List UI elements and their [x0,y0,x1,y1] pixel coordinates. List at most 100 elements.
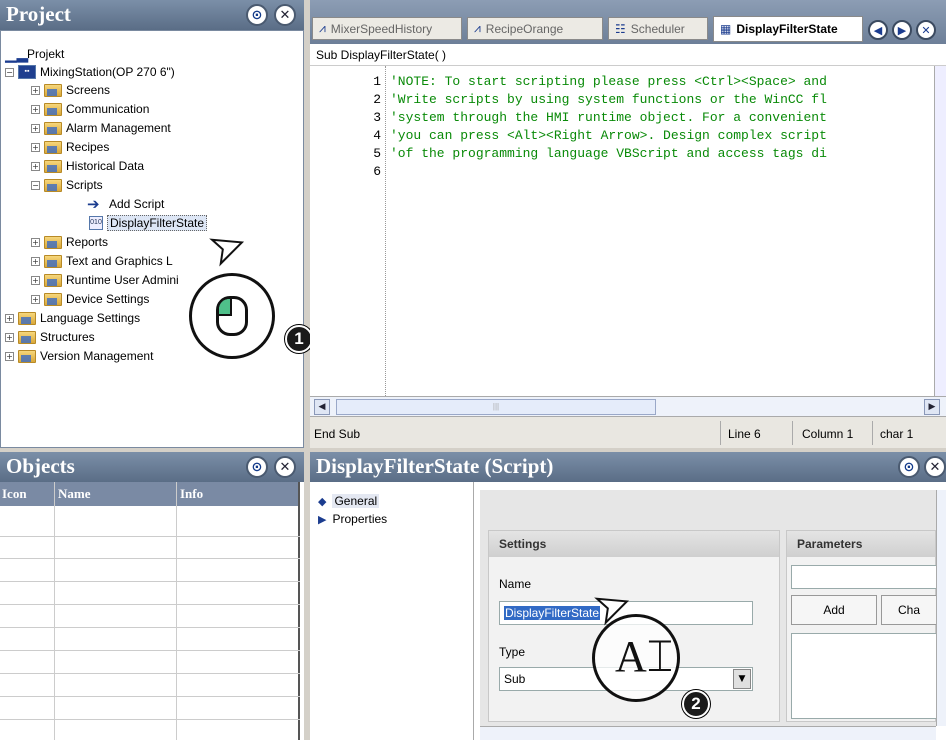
expand-icon[interactable]: + [31,294,40,304]
tab-recipeorange[interactable]: ⩘ RecipeOrange [467,17,603,40]
script-icon: 010 [89,216,103,230]
tree-item-projekt[interactable]: ▁▂ Projekt [5,45,64,63]
chevron-down-icon[interactable]: ▼ [733,669,751,689]
editor-status-bar: End Sub Line 6 Column 1 char 1 [310,416,946,448]
step-2-badge: 2 [682,690,710,718]
project-icon: ▁▂ [5,45,29,63]
tab-next-icon[interactable]: ▶ [892,20,912,40]
line-number: 4 [373,128,381,143]
tab-prev-icon[interactable]: ◀ [868,20,888,40]
expand-icon[interactable]: + [5,332,14,342]
tree-item-alarm-management[interactable]: + Alarm Management [31,119,171,137]
close-icon[interactable]: ✕ [274,4,296,26]
tree-item-device-settings[interactable]: + Device Settings [31,290,149,308]
scroll-thumb[interactable]: ||| [336,399,656,415]
expand-icon[interactable]: + [31,104,40,114]
tree-item-communication[interactable]: + Communication [31,100,149,118]
expand-icon[interactable]: + [31,256,40,266]
expand-icon[interactable]: + [5,351,14,361]
folder-icon [44,121,62,135]
code-horizontal-scrollbar[interactable]: ◀ ||| ▶ [310,396,946,416]
line-number: 6 [373,164,381,179]
column-info[interactable]: Info [180,486,203,502]
tree-item-runtime-user-admin[interactable]: + Runtime User Admini [31,271,179,289]
expand-arrow-icon: ▶ [318,512,327,526]
tree-item-displayfilterstate[interactable]: 010 DisplayFilterState [89,214,208,232]
objects-grid: Icon Name Info [0,482,304,740]
code-line: 'you can press <Alt><Right Arrow>. Desig… [390,128,827,143]
close-icon[interactable]: ✕ [274,456,296,478]
expand-icon[interactable]: + [31,85,40,95]
pin-icon[interactable]: ⊙ [246,4,268,26]
line-number: 5 [373,146,381,161]
tree-item-add-script[interactable]: ➔ Add Script [87,195,164,213]
collapse-icon[interactable]: − [31,180,40,190]
objects-column-headers: Icon Name Info [0,482,300,506]
tab-displayfilterstate[interactable]: ▦ DisplayFilterState [713,16,863,42]
code-vertical-scrollbar[interactable] [934,66,946,396]
code-line: 'NOTE: To start scripting please press <… [390,74,827,89]
tree-item-reports[interactable]: + Reports [31,233,108,251]
parameter-input[interactable] [791,565,937,589]
tree-item-screens[interactable]: + Screens [31,81,110,99]
trend-icon: ⩘ [319,21,326,35]
folder-icon [18,330,36,344]
tree-item-structures[interactable]: + Structures [5,328,95,346]
settings-title: Settings [489,531,779,557]
status-column: Column 1 [802,427,854,441]
tree-item-text-graphics[interactable]: + Text and Graphics L [31,252,173,270]
line-number: 2 [373,92,381,107]
tree-item-historical-data[interactable]: + Historical Data [31,157,144,175]
tab-scheduler[interactable]: ☷ Scheduler [608,17,708,40]
expand-icon[interactable]: + [31,142,40,152]
nav-general[interactable]: ◆ General [318,494,380,508]
step-1-badge: 1 [285,325,313,353]
expand-icon[interactable]: + [31,237,40,247]
end-sub-text: End Sub [314,427,361,441]
folder-icon [44,83,62,97]
pin-icon[interactable]: ⊙ [246,456,268,478]
properties-vertical-scrollbar[interactable] [936,490,946,726]
tab-mixerspeedhistory[interactable]: ⩘ MixerSpeedHistory [312,17,462,40]
line-number: 1 [373,74,381,89]
tab-close-icon[interactable]: ✕ [916,20,936,40]
folder-icon [44,159,62,173]
code-line: 'Write scripts by using system functions… [390,92,827,107]
column-name[interactable]: Name [58,486,91,502]
device-icon: ▪▪ [18,65,36,79]
scroll-right-icon[interactable]: ▶ [924,399,940,415]
expand-icon[interactable]: + [5,313,14,323]
bullet-icon: ◆ [318,494,327,508]
collapse-icon[interactable]: − [5,67,14,77]
tree-item-version-management[interactable]: + Version Management [5,347,153,365]
properties-nav: ◆ General ▶ Properties [310,482,474,740]
scroll-left-icon[interactable]: ◀ [314,399,330,415]
folder-icon [44,254,62,268]
tree-item-mixingstation[interactable]: − ▪▪ MixingStation(OP 270 6") [5,63,175,81]
folder-icon [44,292,62,306]
expand-icon[interactable]: + [31,275,40,285]
properties-body: ◆ General ▶ Properties Settings Name Dis… [310,482,946,740]
folder-icon [18,311,36,325]
editor-tab-bar: ⩘ MixerSpeedHistory ⩘ RecipeOrange ☷ Schedu… [310,0,946,44]
parameter-list[interactable] [791,633,937,719]
change-parameter-button[interactable]: Cha [881,595,937,625]
expand-icon[interactable]: + [31,161,40,171]
properties-pane-header: DisplayFilterState (Script) ⊙ ✕ [310,452,946,482]
close-icon[interactable]: ✕ [924,456,946,478]
code-editor[interactable]: 1 2 3 4 5 6 'NOTE: To start scripting pl… [310,66,934,396]
line-number-gutter: 1 2 3 4 5 6 [310,66,386,396]
tree-item-scripts[interactable]: − Scripts [31,176,103,194]
tree-item-language-settings[interactable]: + Language Settings [5,309,140,327]
tree-item-recipes[interactable]: + Recipes [31,138,109,156]
properties-horizontal-scrollbar[interactable] [480,726,936,740]
pin-icon[interactable]: ⊙ [898,456,920,478]
code-line: 'system through the HMI runtime object. … [390,110,827,125]
add-parameter-button[interactable]: Add [791,595,877,625]
properties-pane-title: DisplayFilterState (Script) [316,454,554,478]
column-icon[interactable]: Icon [2,486,27,502]
script-icon: ▦ [720,22,732,36]
project-tree: ▁▂ Projekt − ▪▪ MixingStation(OP 270 6")… [0,30,313,448]
nav-properties[interactable]: ▶ Properties [318,512,387,526]
expand-icon[interactable]: + [31,123,40,133]
